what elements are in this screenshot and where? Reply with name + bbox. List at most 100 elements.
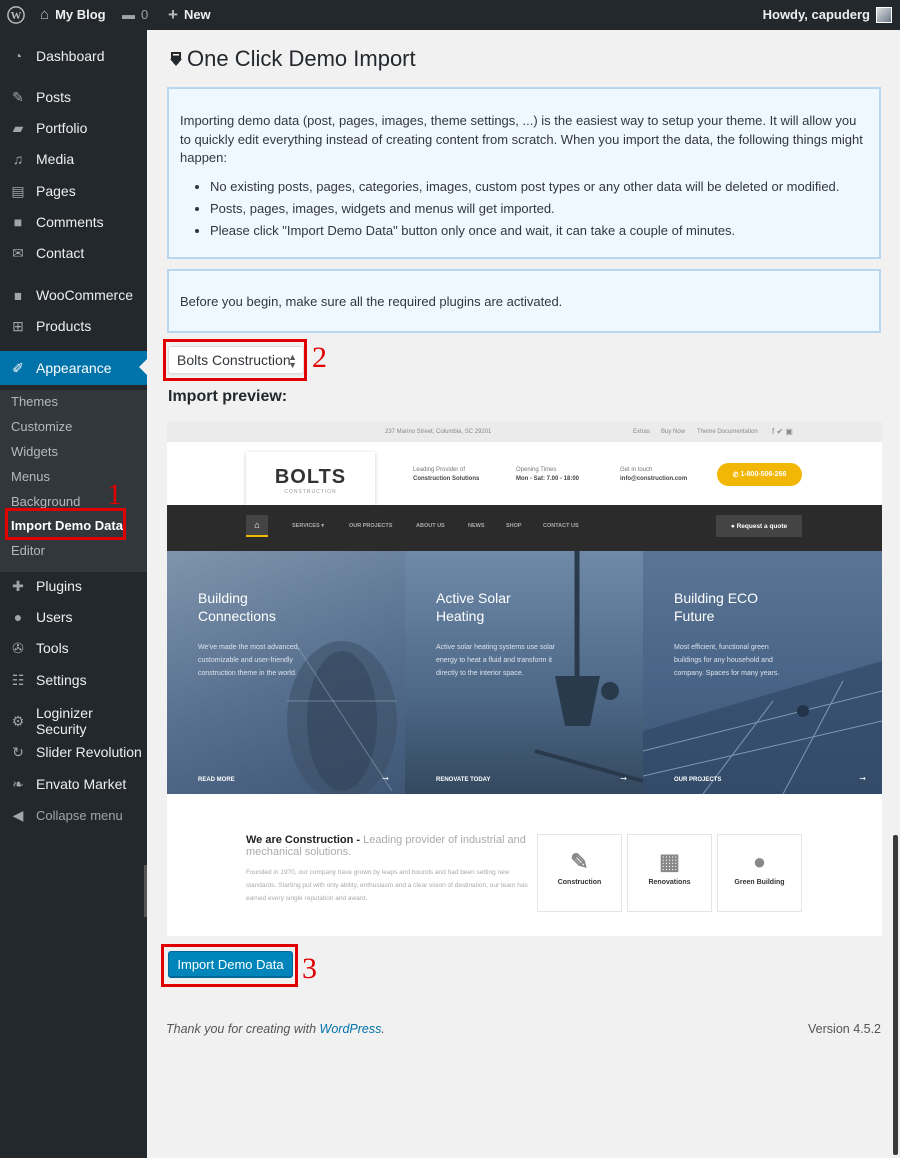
submenu-menus[interactable]: Menus [11, 467, 50, 487]
pin-icon: ✎ [12, 88, 24, 105]
page-title: One Click Demo Import [169, 46, 416, 72]
mail-icon: ✉ [12, 244, 24, 261]
info-line: Mon - Sat: 7.00 - 18:00 [516, 476, 580, 482]
arrow-right-icon: ➞ [382, 774, 389, 783]
annotation-box-3 [161, 944, 298, 987]
sidebar-item-settings[interactable]: ☷ Settings [0, 664, 147, 696]
preview-topbar: 237 Marino Street, Columbia, SC 29201 Ex… [167, 422, 882, 442]
preview-panel-1: Building Connections We've made the most … [167, 551, 405, 794]
info-line: info@construction.com [620, 476, 688, 482]
sidebar-item-slider-revolution[interactable]: ↻ Slider Revolution [0, 736, 147, 768]
site-name-link[interactable]: ⌂ My Blog [40, 0, 106, 30]
sidebar-item-woocommerce[interactable]: ▆ WooCommerce [0, 279, 147, 311]
building-icon: ▦ [659, 849, 680, 874]
refresh-icon: ↻ [12, 743, 24, 760]
account-menu[interactable]: Howdy, capuderg [763, 0, 892, 30]
preview-phone-button: ✆ 1-800-506-266 [717, 463, 802, 486]
sidebar-item-label: Appearance [36, 360, 112, 376]
preview-panel-2: Active Solar Heating Active solar heating… [405, 551, 643, 794]
preview-nav-item: SERVICES ▾ [292, 523, 325, 529]
intro-text: Importing demo data (post, pages, images… [180, 113, 863, 165]
panel-footer: OUR PROJECTS [674, 777, 722, 783]
panel-desc: We've made the most advanced, customizab… [198, 644, 300, 677]
intro-notice: Importing demo data (post, pages, images… [167, 87, 881, 259]
sidebar-item-label: Portfolio [36, 120, 88, 136]
sidebar-item-label: Plugins [36, 578, 82, 594]
preview-address: 237 Marino Street, Columbia, SC 29201 [385, 429, 492, 435]
about-text: Founded in 1970, our company have grown … [246, 869, 528, 902]
panel-title: Building Connections [198, 590, 276, 624]
page-scrollbar[interactable] [893, 835, 898, 1155]
comments-link[interactable]: ▬ 0 [122, 0, 148, 30]
collapse-menu-button[interactable]: ◀ Collapse menu [0, 799, 147, 831]
import-icon [170, 52, 182, 66]
submenu-customize[interactable]: Customize [11, 417, 72, 437]
card-label: Renovations [648, 879, 691, 886]
arrow-right-icon: ➞ [859, 774, 866, 783]
brush-icon: ✐ [12, 359, 24, 376]
globe-icon: ● [752, 849, 767, 874]
info-line: Leading Provider of [413, 467, 466, 473]
sidebar-item-plugins[interactable]: ✚ Plugins [0, 570, 147, 602]
submenu-editor[interactable]: Editor [11, 541, 45, 561]
sidebar-item-contact[interactable]: ✉ Contact [0, 237, 147, 269]
svg-text:W: W [11, 10, 22, 22]
sidebar-item-label: Comments [36, 214, 104, 230]
preview-card: ● Green Building [717, 834, 802, 912]
main-content: One Click Demo Import Importing demo dat… [147, 30, 900, 1158]
annotation-box-2 [163, 339, 307, 381]
about-heading: We are Construction - Leading provider o… [246, 834, 526, 858]
leaf-icon: ❧ [12, 775, 24, 792]
page-title-text: One Click Demo Import [187, 46, 416, 71]
sidebar-item-label: Slider Revolution [36, 744, 142, 760]
sidebar-item-appearance[interactable]: ✐ Appearance [0, 351, 147, 385]
appearance-submenu: Themes Customize Widgets Menus Backgroun… [0, 390, 147, 572]
folder-icon: ▰ [12, 119, 24, 136]
panel-title: Building ECO Future [674, 590, 759, 624]
sidebar-item-label: Loginizer Security [35, 705, 93, 737]
info-line: Construction Solutions [413, 476, 480, 482]
wordpress-logo-icon[interactable]: W [7, 0, 25, 30]
wordpress-link[interactable]: WordPress [320, 1022, 382, 1036]
submenu-widgets[interactable]: Widgets [11, 442, 58, 462]
sidebar-item-users[interactable]: ● Users [0, 601, 147, 633]
quote-text: Request a quote [736, 522, 788, 530]
preview-card: ✎ Construction [537, 834, 622, 912]
woo-icon: ▆ [14, 290, 22, 300]
plus-icon: + [168, 5, 178, 24]
info-line: Opening Times [516, 467, 557, 473]
preview-nav-item: SHOP [506, 523, 522, 529]
sidebar-item-pages[interactable]: ▤ Pages [0, 175, 147, 207]
sidebar-item-dashboard[interactable]: ◔ Dashboard [0, 40, 147, 72]
sidebar-item-portfolio[interactable]: ▰ Portfolio [0, 112, 147, 144]
sidebar-item-media[interactable]: ♫ Media [0, 143, 147, 175]
list-item: No existing posts, pages, categories, im… [180, 178, 867, 197]
footer-thanks: Thank you for creating with WordPress. [166, 1022, 385, 1036]
sidebar-item-loginizer[interactable]: ⚙ Loginizer Security [0, 705, 147, 737]
sidebar-item-tools[interactable]: ✇ Tools [0, 632, 147, 664]
new-content-link[interactable]: + New [168, 0, 211, 30]
comment-icon: ▬ [122, 7, 135, 22]
sidebar-item-envato-market[interactable]: ❧ Envato Market [0, 768, 147, 800]
sidebar-item-label: Products [36, 318, 92, 334]
user-icon: ● [13, 609, 23, 625]
preview-home-icon: ⌂ [246, 515, 268, 537]
comment-icon: ■ [13, 214, 23, 230]
submenu-themes[interactable]: Themes [11, 392, 58, 412]
sidebar-item-comments[interactable]: ■ Comments [0, 206, 147, 238]
media-icon: ♫ [12, 151, 24, 167]
sidebar-item-label: Contact [36, 245, 85, 261]
wrench-icon: ✎ [570, 849, 589, 874]
admin-bar: W ⌂ My Blog ▬ 0 + New Howdy, capuderg [0, 0, 900, 30]
sidebar-item-label: Tools [36, 640, 69, 656]
preview-nav-item: OUR PROJECTS [349, 523, 393, 529]
intro-list: No existing posts, pages, categories, im… [180, 178, 867, 241]
preview-link: Theme Documentation [697, 429, 758, 435]
info-line: Get in touch [620, 467, 653, 473]
sidebar-item-label: Envato Market [36, 776, 127, 792]
footer-version: Version 4.5.2 [808, 1022, 881, 1036]
sidebar-item-label: Collapse menu [36, 807, 123, 823]
panel-desc: Active solar heating systems use solar e… [436, 644, 556, 677]
sidebar-item-posts[interactable]: ✎ Posts [0, 81, 147, 113]
sidebar-item-products[interactable]: ⊞ Products [0, 310, 147, 342]
